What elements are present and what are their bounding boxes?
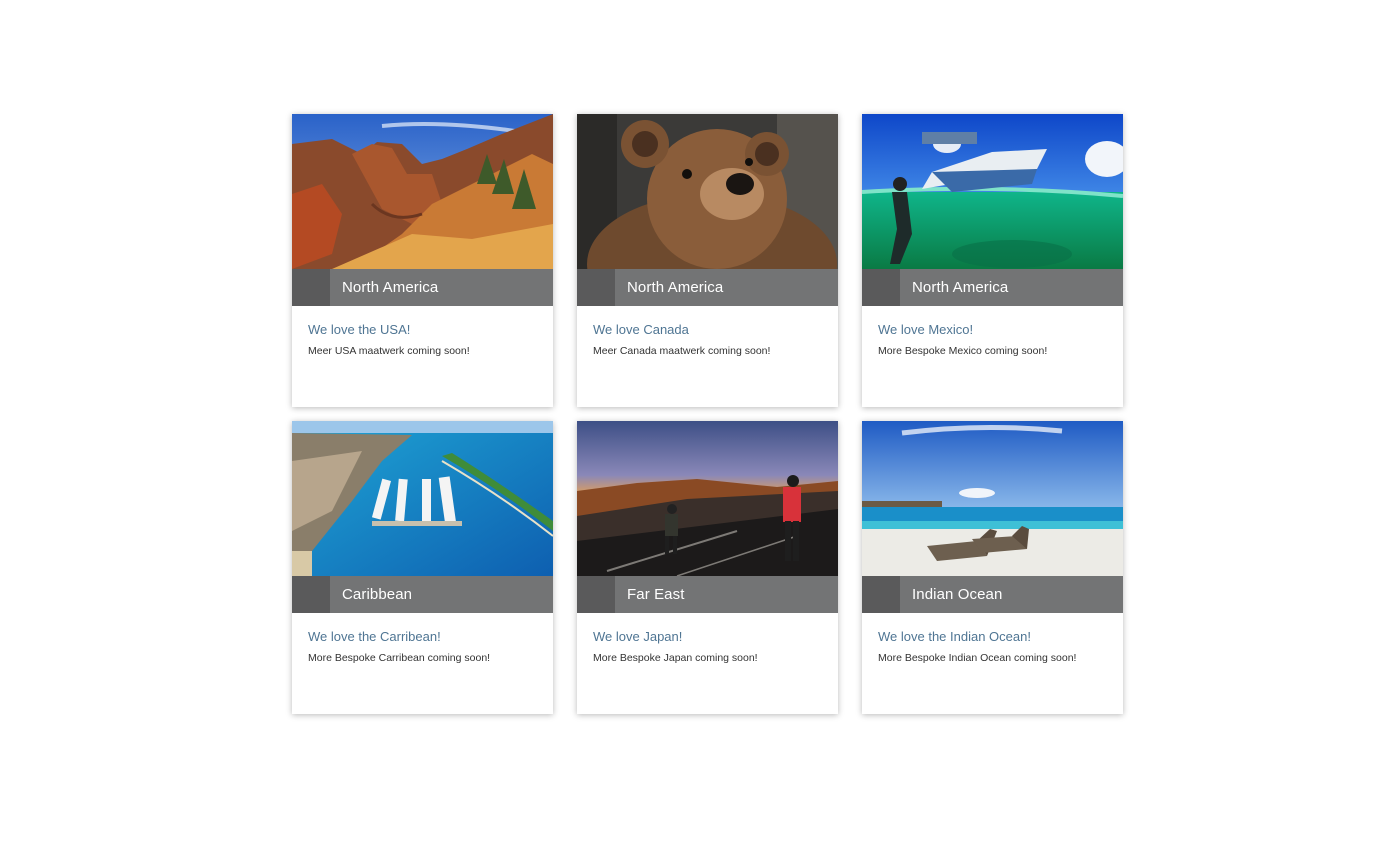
region-swatch bbox=[862, 269, 900, 306]
mountain-sunset-hikers-image[interactable] bbox=[577, 421, 838, 576]
card-title-link[interactable]: We love Japan! bbox=[593, 629, 822, 644]
destination-card-canada[interactable]: North America We love Canada Meer Canada… bbox=[577, 114, 838, 407]
region-bar: Caribbean bbox=[292, 576, 553, 613]
card-title-link[interactable]: We love the Carribean! bbox=[308, 629, 537, 644]
card-description: More Bespoke Japan coming soon! bbox=[593, 652, 758, 664]
card-title-link[interactable]: We love Canada bbox=[593, 322, 822, 337]
destination-card-mexico[interactable]: North America We love Mexico! More Bespo… bbox=[862, 114, 1123, 407]
beach-loungers-image[interactable] bbox=[862, 421, 1123, 576]
card-title-link[interactable]: We love the USA! bbox=[308, 322, 537, 337]
region-swatch bbox=[577, 576, 615, 613]
card-description: More Bespoke Indian Ocean coming soon! bbox=[878, 652, 1077, 664]
card-description: Meer USA maatwerk coming soon! bbox=[308, 345, 470, 357]
region-label: North America bbox=[912, 279, 1009, 296]
region-swatch bbox=[862, 576, 900, 613]
region-swatch bbox=[292, 576, 330, 613]
region-label: Indian Ocean bbox=[912, 586, 1003, 603]
region-bar: Indian Ocean bbox=[862, 576, 1123, 613]
region-bar: North America bbox=[577, 269, 838, 306]
region-label: North America bbox=[342, 279, 439, 296]
card-description: More Bespoke Mexico coming soon! bbox=[878, 345, 1048, 357]
destination-card-usa[interactable]: North America We love the USA! Meer USA … bbox=[292, 114, 553, 407]
boat-snorkeling-image[interactable] bbox=[862, 114, 1123, 269]
cruise-port-aerial-image[interactable] bbox=[292, 421, 553, 576]
card-description: More Bespoke Carribean coming soon! bbox=[308, 652, 491, 664]
region-bar: North America bbox=[862, 269, 1123, 306]
card-title-link[interactable]: We love Mexico! bbox=[878, 322, 1107, 337]
region-swatch bbox=[292, 269, 330, 306]
destination-grid: North America We love the USA! Meer USA … bbox=[292, 114, 1123, 714]
region-label: Caribbean bbox=[342, 586, 413, 603]
region-label: Far East bbox=[627, 586, 685, 603]
brown-bear-image[interactable] bbox=[577, 114, 838, 269]
card-description: Meer Canada maatwerk coming soon! bbox=[593, 345, 771, 357]
region-bar: Far East bbox=[577, 576, 838, 613]
canyon-landscape-image[interactable] bbox=[292, 114, 553, 269]
card-title-link[interactable]: We love the Indian Ocean! bbox=[878, 629, 1107, 644]
destination-card-caribbean[interactable]: Caribbean We love the Carribean! More Be… bbox=[292, 421, 553, 714]
region-swatch bbox=[577, 269, 615, 306]
destination-card-indian-ocean[interactable]: Indian Ocean We love the Indian Ocean! M… bbox=[862, 421, 1123, 714]
region-bar: North America bbox=[292, 269, 553, 306]
region-label: North America bbox=[627, 279, 724, 296]
destination-card-far-east[interactable]: Far East We love Japan! More Bespoke Jap… bbox=[577, 421, 838, 714]
